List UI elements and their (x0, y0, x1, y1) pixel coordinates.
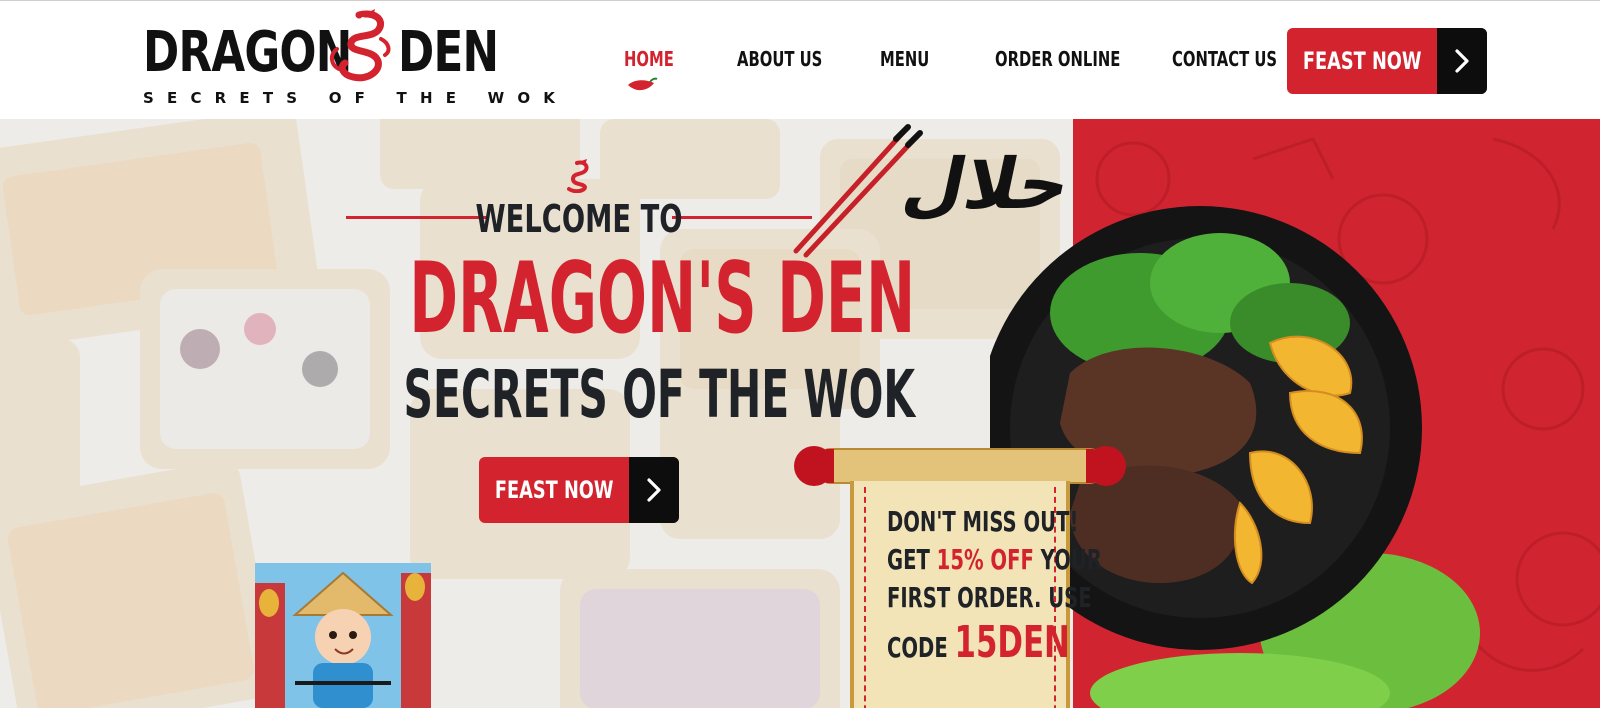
header-feast-now-label: FEAST NOW (1302, 47, 1422, 75)
welcome-heading: WELCOME TO (346, 197, 812, 241)
promo-line-2: GET 15% OFF YOUR (887, 543, 1102, 576)
promo-discount: 15% OFF (936, 543, 1034, 576)
header-feast-now-label-wrap: FEAST NOW (1287, 28, 1437, 94)
header-feast-now-button[interactable]: FEAST NOW (1287, 28, 1487, 94)
chevron-right-icon (629, 457, 679, 523)
hero-feast-now-button[interactable]: FEAST NOW (479, 457, 679, 523)
promo-code: 15DEN (954, 617, 1070, 668)
chili-icon (628, 77, 658, 91)
nav-contact-us[interactable]: CONTACT US (1172, 47, 1277, 71)
nav-order-online[interactable]: ORDER ONLINE (995, 47, 1120, 71)
promo-line-4-prefix: CODE (887, 631, 955, 664)
promo-line-1: DON'T MISS OUT! (887, 505, 1079, 538)
chevron-right-icon (1437, 28, 1487, 94)
welcome-text: WELCOME TO (475, 197, 683, 241)
site-header: DRAGON DEN SECRETS OF THE WOK HOME ABOUT… (0, 0, 1600, 119)
hero-title: DRAGON'S DEN (409, 242, 916, 356)
promo-scroll: DON'T MISS OUT! GET 15% OFF YOUR FIRST O… (790, 441, 1130, 708)
hero-feast-now-label-wrap: FEAST NOW (479, 457, 629, 523)
promo-line-4: CODE 15DEN (887, 617, 1070, 668)
promo-line-2-prefix: GET (887, 543, 937, 576)
promo-paper: DON'T MISS OUT! GET 15% OFF YOUR FIRST O… (850, 481, 1102, 708)
hero-subtitle: SECRETS OF THE WOK (403, 356, 916, 433)
nav-menu[interactable]: MENU (880, 47, 929, 71)
hero-section: WELCOME TO DRAGON'S DEN SECRETS OF THE W… (0, 119, 1600, 708)
promo-line-2-suffix: YOUR (1033, 543, 1102, 576)
nav-about-us[interactable]: ABOUT US (737, 47, 822, 71)
mascot-illustration (255, 563, 431, 708)
promo-line-3: FIRST ORDER. USE (887, 581, 1092, 614)
dragon-icon (567, 159, 589, 193)
hero-feast-now-label: FEAST NOW (494, 476, 614, 504)
nav-home[interactable]: HOME (624, 47, 674, 71)
